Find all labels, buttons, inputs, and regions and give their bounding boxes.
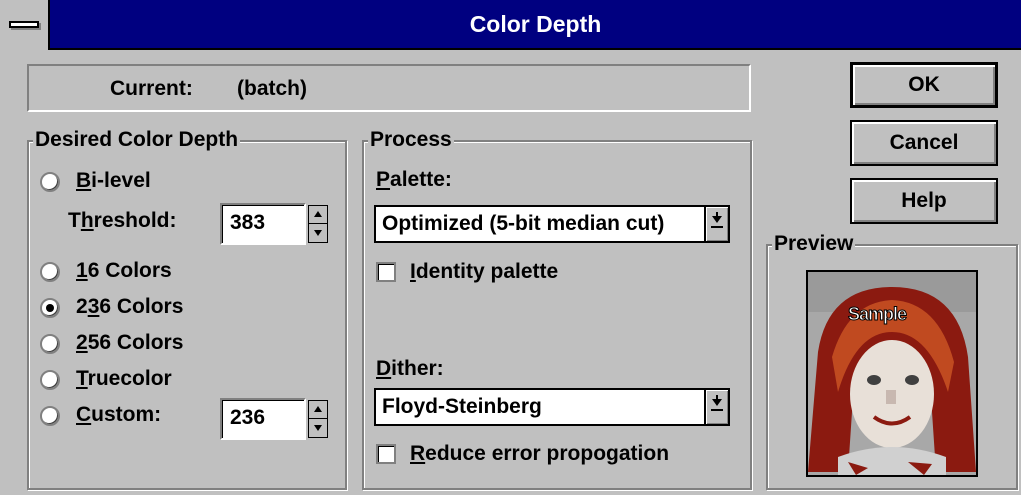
radio-256-colors-label: 256 Colors [76,331,184,354]
process-legend: Process [368,128,454,152]
custom-colors-input[interactable]: 236 [220,398,306,440]
title-bar[interactable]: Color Depth [0,0,1021,50]
radio-custom-label: Custom: [76,403,162,426]
dropdown-arrow-icon[interactable] [704,390,728,424]
spin-down-icon[interactable] [309,419,327,437]
reduce-error-box[interactable] [376,444,396,464]
dither-label: Dither: [376,357,444,380]
desired-color-depth-legend: Desired Color Depth [33,128,241,152]
spin-up-icon[interactable] [309,401,327,419]
ok-button[interactable]: OK [850,62,998,108]
spin-up-icon[interactable] [309,206,327,224]
reduce-error-checkbox[interactable]: Reduce error propogation [376,442,716,468]
spin-down-icon[interactable] [309,224,327,242]
radio-truecolor[interactable]: Truecolor [40,368,240,394]
threshold-input[interactable]: 383 [220,203,306,245]
dropdown-arrow-icon[interactable] [704,207,728,241]
radio-custom-circle[interactable] [40,406,60,426]
threshold-spinner-icon[interactable] [308,205,328,243]
radio-custom[interactable]: Custom: [40,404,210,430]
radio-truecolor-label: Truecolor [76,367,172,390]
preview-legend: Preview [772,232,856,256]
radio-16-colors-label: 16 Colors [76,259,172,282]
preview-image: Sample [806,270,978,477]
system-menu-icon[interactable] [0,0,50,50]
current-value: (batch) [237,77,307,100]
radio-256-colors-circle[interactable] [40,334,60,354]
reduce-error-label: Reduce error propogation [410,442,670,465]
radio-256-colors[interactable]: 256 Colors [40,332,240,358]
palette-select[interactable]: Optimized (5-bit median cut) [374,205,730,243]
radio-16-colors[interactable]: 16 Colors [40,260,240,286]
identity-palette-label: Identity palette [410,260,559,283]
radio-bilevel-label: Bi-level [76,169,151,192]
radio-16-colors-circle[interactable] [40,262,60,282]
help-button[interactable]: Help [850,178,998,224]
current-label: Current: [110,77,193,100]
radio-236-colors-label: 236 Colors [76,295,184,318]
process-group [362,140,752,490]
cancel-button[interactable]: Cancel [850,120,998,166]
preview-picture [808,272,976,475]
palette-label: Palette: [376,168,452,191]
radio-236-colors-circle[interactable] [40,298,60,318]
custom-spinner-icon[interactable] [308,400,328,438]
radio-bilevel[interactable]: Bi-level [40,170,240,196]
radio-236-colors[interactable]: 236 Colors [40,296,240,322]
threshold-label: Threshold: [68,209,177,232]
preview-sample-text: Sample [847,304,907,325]
radio-bilevel-circle[interactable] [40,172,60,192]
radio-truecolor-circle[interactable] [40,370,60,390]
identity-palette-checkbox[interactable]: Identity palette [376,260,616,286]
window-title: Color Depth [469,11,602,37]
palette-select-value: Optimized (5-bit median cut) [382,212,665,235]
dither-select-value: Floyd-Steinberg [382,395,542,418]
identity-palette-box[interactable] [376,262,396,282]
dither-select[interactable]: Floyd-Steinberg [374,388,730,426]
